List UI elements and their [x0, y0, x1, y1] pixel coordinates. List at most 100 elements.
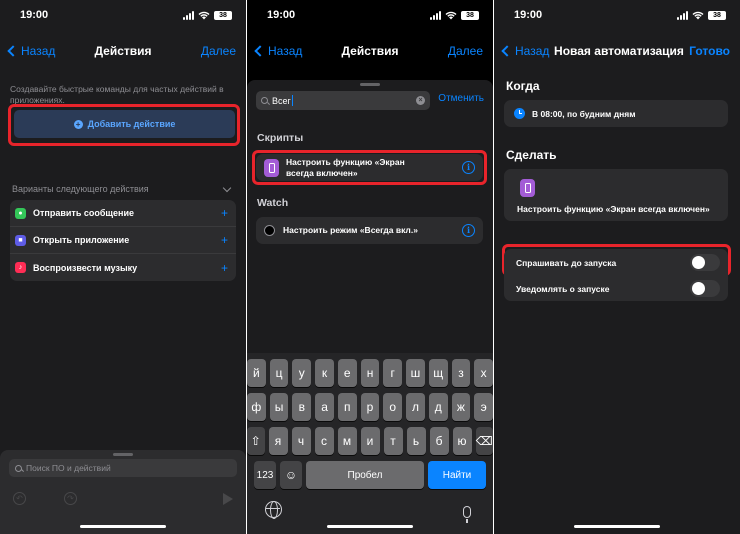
info-icon[interactable]: i: [462, 224, 475, 237]
sheet-grabber[interactable]: [113, 453, 133, 456]
keyboard-key[interactable]: б: [429, 427, 449, 455]
keyboard-key[interactable]: я: [268, 427, 288, 455]
ask-before-run-toggle[interactable]: [690, 254, 720, 271]
list-item[interactable]: ● Отправить сообщение +: [10, 200, 236, 227]
script-result-item[interactable]: Настроить функцию «Экран всегда включен»…: [256, 154, 483, 181]
keyboard-key[interactable]: л: [406, 393, 425, 421]
watch-result-item[interactable]: Настроить режим «Всегда вкл.» i: [256, 217, 483, 244]
emoji-key[interactable]: ☺: [280, 461, 302, 489]
back-button[interactable]: Назад: [253, 38, 302, 64]
done-button[interactable]: Готово: [689, 38, 730, 64]
keyboard-key[interactable]: щ: [428, 359, 448, 387]
navigation-bar: Назад Действия Далее: [247, 38, 493, 64]
numbers-key[interactable]: 123: [254, 461, 276, 489]
keyboard-key[interactable]: ц: [269, 359, 289, 387]
suggestions-header[interactable]: Варианты следующего действия: [12, 183, 234, 194]
text-cursor: [291, 95, 293, 106]
search-input[interactable]: Всег ×: [256, 91, 430, 110]
search-icon: [261, 97, 268, 104]
action-card[interactable]: Настроить функцию «Экран всегда включен»: [504, 169, 728, 221]
keyboard-key[interactable]: ф: [247, 393, 266, 421]
keyboard-key[interactable]: м: [337, 427, 357, 455]
keyboard-key[interactable]: ь: [406, 427, 426, 455]
keyboard-key[interactable]: в: [292, 393, 312, 421]
keyboard-key[interactable]: ы: [269, 393, 289, 421]
keyboard-key[interactable]: ч: [291, 427, 311, 455]
list-item[interactable]: ■ Открыть приложение +: [10, 227, 236, 254]
back-button[interactable]: Назад: [500, 38, 549, 64]
keyboard-key[interactable]: и: [360, 427, 380, 455]
keyboard-row-3: ⇧ ячсмитьбю ⌫: [247, 427, 493, 455]
shortcut-app-icon: [264, 158, 279, 177]
trigger-card[interactable]: В 08:00, по будним дням: [504, 100, 728, 127]
keyboard-key[interactable]: п: [337, 393, 357, 421]
plus-icon[interactable]: +: [221, 261, 228, 275]
next-button[interactable]: Далее: [448, 38, 483, 64]
wifi-icon: [692, 11, 704, 19]
search-icon: [15, 464, 22, 472]
keyboard-key[interactable]: г: [383, 359, 403, 387]
music-icon: ♪: [15, 262, 26, 273]
plus-circle-icon: +: [73, 119, 83, 129]
screen-actions: 19:00 38 Назад Действия Далее Создавайте…: [0, 0, 246, 534]
status-time: 19:00: [267, 9, 296, 21]
undo-icon[interactable]: ↶: [13, 492, 26, 505]
add-action-button[interactable]: + Добавить действие: [14, 110, 235, 138]
keyboard-key[interactable]: н: [360, 359, 380, 387]
keyboard-key[interactable]: а: [315, 393, 334, 421]
home-indicator: [80, 525, 166, 528]
keyboard-key[interactable]: у: [292, 359, 312, 387]
keyboard-key[interactable]: э: [474, 393, 493, 421]
page-title: Действия: [341, 44, 399, 58]
keyboard-key[interactable]: р: [360, 393, 380, 421]
ask-before-run-row: Спрашивать до запуска: [504, 250, 728, 276]
info-icon[interactable]: i: [462, 161, 475, 174]
keyboard-row-2: фывапролджэ: [247, 393, 493, 421]
microphone-icon[interactable]: [463, 506, 471, 523]
keyboard-key[interactable]: с: [314, 427, 334, 455]
home-indicator: [327, 525, 413, 528]
status-time: 19:00: [20, 9, 49, 21]
play-icon[interactable]: [223, 493, 233, 505]
search-key[interactable]: Найти: [428, 461, 486, 489]
search-input[interactable]: Поиск ПО и действий: [9, 459, 237, 477]
watch-icon: [264, 225, 275, 236]
plus-icon[interactable]: +: [221, 206, 228, 220]
backspace-key[interactable]: ⌫: [475, 427, 493, 455]
keyboard-key[interactable]: й: [247, 359, 266, 387]
clear-icon[interactable]: ×: [416, 96, 425, 105]
sheet-grabber[interactable]: [360, 83, 380, 86]
keyboard-key[interactable]: ю: [452, 427, 472, 455]
home-indicator: [574, 525, 660, 528]
chevron-down-icon: [222, 183, 232, 192]
keyboard-key[interactable]: е: [337, 359, 357, 387]
cancel-button[interactable]: Отменить: [438, 93, 484, 104]
next-button[interactable]: Далее: [201, 38, 236, 64]
keyboard-key[interactable]: о: [383, 393, 403, 421]
section-title-scripts: Скрипты: [257, 132, 304, 144]
wifi-icon: [445, 11, 457, 19]
wifi-icon: [198, 11, 210, 19]
keyboard-key[interactable]: д: [428, 393, 448, 421]
suggestions-list: ● Отправить сообщение + ■ Открыть прилож…: [10, 200, 236, 281]
keyboard-key[interactable]: ж: [451, 393, 471, 421]
shortcut-app-icon: [520, 179, 535, 197]
keyboard-key[interactable]: х: [474, 359, 493, 387]
keyboard-key[interactable]: к: [315, 359, 334, 387]
redo-icon[interactable]: ↷: [64, 492, 77, 505]
plus-icon[interactable]: +: [221, 233, 228, 247]
shift-key[interactable]: ⇧: [247, 427, 265, 455]
keyboard-key[interactable]: т: [383, 427, 403, 455]
globe-icon[interactable]: [265, 501, 282, 519]
notify-on-run-toggle[interactable]: [690, 280, 720, 297]
keyboard-key[interactable]: з: [451, 359, 471, 387]
keyboard-key[interactable]: ш: [406, 359, 425, 387]
signal-icon: [183, 10, 194, 20]
message-icon: ●: [15, 207, 26, 219]
signal-icon: [430, 10, 441, 20]
back-button[interactable]: Назад: [6, 38, 55, 64]
screen-action-search: 19:00 38 Назад Действия Далее Всег × Отм…: [247, 0, 493, 534]
section-title-when: Когда: [506, 79, 540, 93]
space-key[interactable]: Пробел: [306, 461, 424, 489]
list-item[interactable]: ♪ Воспроизвести музыку +: [10, 254, 236, 281]
